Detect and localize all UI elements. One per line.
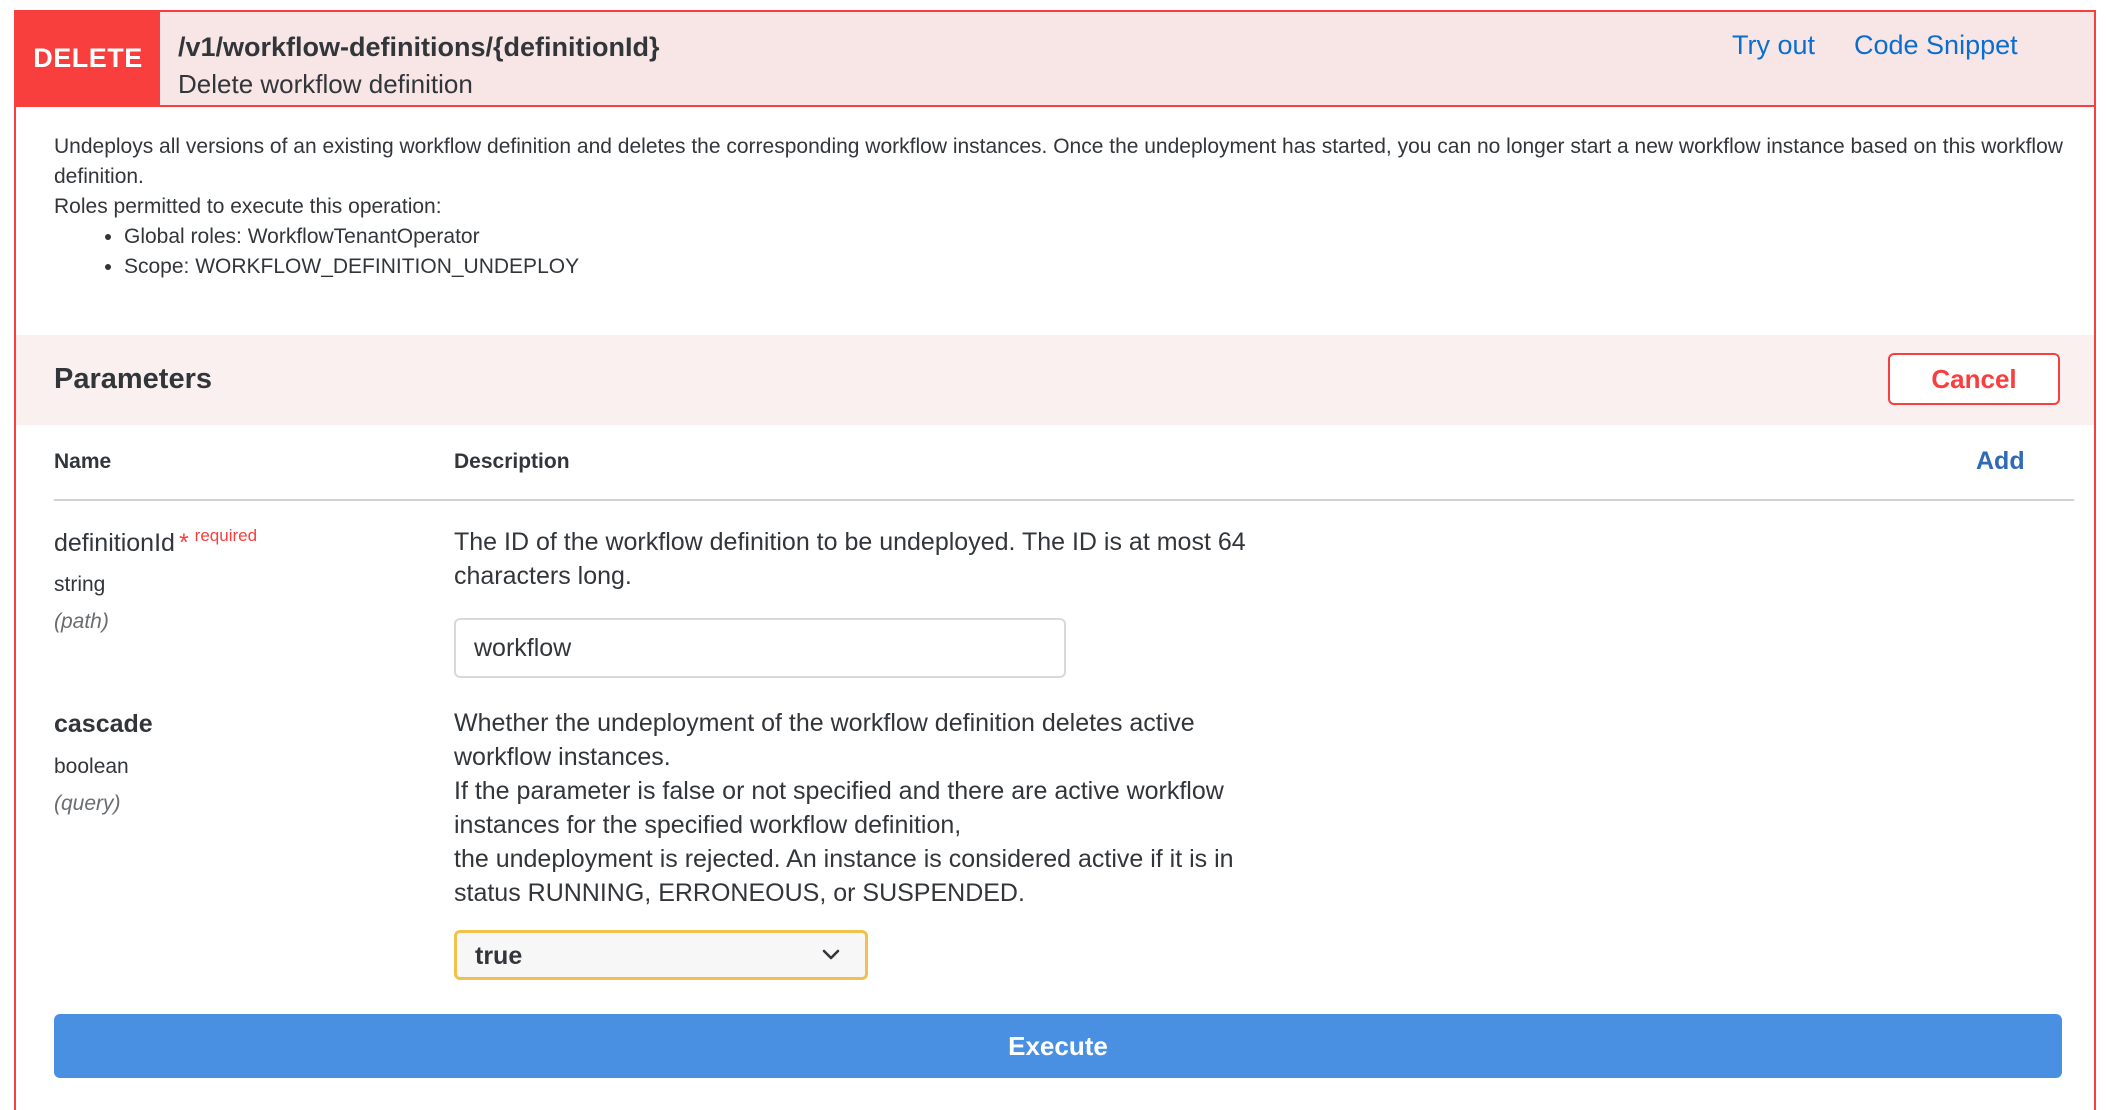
param-type: boolean (54, 755, 129, 778)
execute-button[interactable]: Execute (54, 1014, 2062, 1078)
param-name-definitionid: definitionId * required (54, 526, 257, 558)
role-item: Global roles: WorkflowTenantOperator (124, 222, 2064, 252)
description-text: Undeploys all versions of an existing wo… (54, 135, 2063, 188)
roles-heading: Roles permitted to execute this operatio… (54, 195, 442, 218)
param-description: The ID of the workflow definition to be … (454, 525, 1294, 593)
try-out-link[interactable]: Try out (1732, 30, 1815, 61)
code-snippet-link[interactable]: Code Snippet (1854, 30, 2018, 61)
table-divider (54, 499, 2074, 501)
param-description-text: Whether the undeployment of the workflow… (454, 709, 1195, 771)
required-star: * (178, 529, 189, 557)
operation-description: Undeploys all versions of an existing wo… (54, 132, 2064, 282)
cancel-button[interactable]: Cancel (1888, 353, 2060, 405)
parameters-bar: Parameters Cancel (16, 335, 2094, 425)
parameters-title: Parameters (54, 363, 212, 395)
param-type: string (54, 573, 106, 596)
param-name-cascade: cascade (54, 710, 153, 738)
definitionid-input[interactable] (454, 618, 1066, 678)
column-header-name: Name (54, 450, 112, 473)
param-description-text: the undeployment is rejected. An instanc… (454, 845, 1234, 907)
param-description-text: The ID of the workflow definition to be … (454, 528, 1246, 590)
required-label: required (194, 526, 258, 545)
add-parameter-link[interactable]: Add (1976, 447, 2025, 476)
method-badge: DELETE (16, 12, 160, 105)
operation-summary: Delete workflow definition (178, 69, 473, 99)
param-name-text: definitionId (54, 529, 175, 557)
param-description: Whether the undeployment of the workflow… (454, 706, 1294, 910)
operation-path: /v1/workflow-definitions/{definitionId} (178, 32, 660, 62)
chevron-down-icon (822, 949, 840, 960)
param-description-text: If the parameter is false or not specifi… (454, 777, 1224, 839)
column-header-description: Description (454, 450, 570, 473)
param-location: (query) (54, 792, 121, 815)
operation-panel: DELETE /v1/workflow-definitions/{definit… (14, 10, 2096, 1110)
roles-list: Global roles: WorkflowTenantOperator Sco… (54, 222, 2064, 282)
cascade-select[interactable]: true (454, 930, 868, 980)
cascade-select-value: true (475, 942, 523, 970)
operation-header[interactable]: DELETE /v1/workflow-definitions/{definit… (16, 12, 2094, 107)
role-item: Scope: WORKFLOW_DEFINITION_UNDEPLOY (124, 252, 2064, 282)
param-location: (path) (54, 610, 109, 633)
